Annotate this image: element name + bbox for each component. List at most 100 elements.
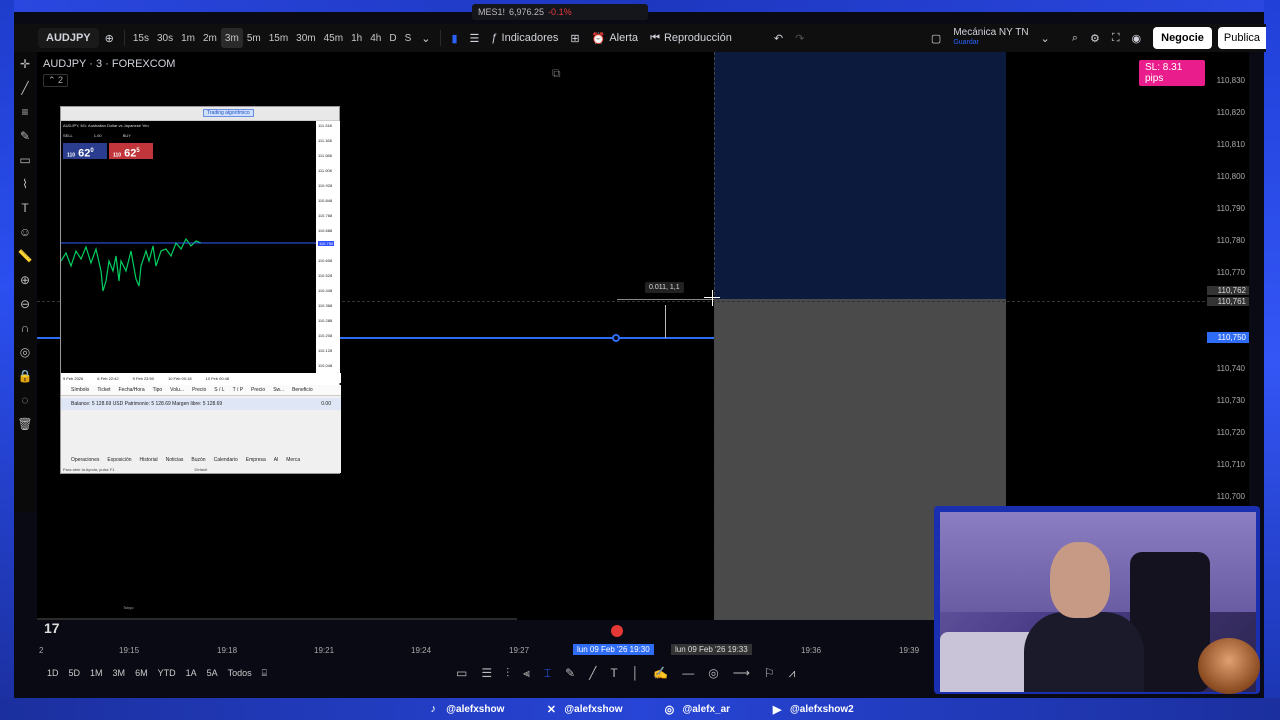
mt5-column-header[interactable]: Ticket [97,387,110,393]
candle-style-icon[interactable]: ▮ [445,24,463,52]
timeframe-1m[interactable]: 1m [177,28,199,48]
mt5-column-header[interactable]: T / P [233,387,243,393]
zoom-in-icon[interactable]: ⊕ [14,268,36,292]
time-axis[interactable]: 2 19:15 19:18 19:21 19:24 19:27 lun 09 F… [37,640,937,660]
mt5-tab[interactable]: Historial [140,457,158,463]
mt5-column-header[interactable]: Fecha/Hora [119,387,145,393]
rectangle-tool-icon[interactable]: ▭ [456,666,467,681]
indicators-button[interactable]: ƒ Indicadores [485,24,564,52]
mt5-tab[interactable]: Operaciones [71,457,99,463]
range-3m[interactable]: 3M [113,668,126,678]
mt5-column-header[interactable]: S / L [214,387,224,393]
brush-tool-icon[interactable]: ✍ [653,666,668,681]
fib-tool-icon[interactable]: ≡ [14,100,36,124]
pitchfork-tool-icon[interactable]: ⫷ [523,666,530,681]
trade-button[interactable]: Negocie [1153,27,1212,49]
camera-icon[interactable]: ◉ [1126,24,1148,52]
mt5-tab[interactable]: Al [274,457,278,463]
mt5-column-header[interactable]: Sw... [273,387,284,393]
timeframe-1h[interactable]: 1h [347,28,366,48]
timeframe-30s[interactable]: 30s [153,28,177,48]
symbol-search[interactable]: AUDJPY [38,28,99,48]
mt5-column-header[interactable]: Tipo [153,387,163,393]
mt5-tab[interactable]: Calendario [214,457,238,463]
publish-button[interactable]: Publica [1217,27,1266,49]
timeframe-4h[interactable]: 4h [366,28,385,48]
trash-icon[interactable]: 🗑 [14,412,36,436]
replay-progress-bar[interactable] [37,618,517,620]
circle-tool-icon[interactable]: ◎ [708,666,718,681]
chevron-down-icon[interactable]: ⌄ [1035,24,1056,52]
redo-icon[interactable]: ↷ [789,24,810,52]
range-1d[interactable]: 1D [47,668,59,678]
timeframe-45m[interactable]: 45m [320,28,347,48]
range-5d[interactable]: 5D [69,668,81,678]
replay-button[interactable]: ⏮ Reproducción [644,24,738,52]
timeframe-D[interactable]: D [385,28,400,48]
mt5-tab[interactable]: Exposición [107,457,131,463]
timeframe-3m[interactable]: 3m [220,28,243,48]
mt5-column-header[interactable]: Volu... [170,387,184,393]
search-icon[interactable]: ⌕ [1066,24,1084,52]
object-tree-icon[interactable]: ⧉ [552,66,561,81]
replay-marker-icon[interactable] [611,625,623,637]
tab-ticker[interactable]: MES1! 6,976.25 -0.1% [472,4,648,20]
layout-name-button[interactable]: Mecánica NY TN Guardar [947,24,1034,52]
lock-icon[interactable]: 🔒 [14,364,36,388]
timeframe-15m[interactable]: 15m [265,28,292,48]
channel-tool-icon[interactable]: ⫶ [506,666,509,681]
range-ytd[interactable]: YTD [158,668,176,678]
fullscreen-icon[interactable]: ⛶ [1106,24,1126,52]
path-tool-icon[interactable]: ⩘ [789,666,796,681]
range-6m[interactable]: 6M [135,668,148,678]
chevron-down-icon[interactable]: ⌄ [415,24,436,52]
eye-icon[interactable]: ◎ [14,340,36,364]
ray-tool-icon[interactable]: ⟶ [733,666,750,681]
timeframe-5m[interactable]: 5m [243,28,265,48]
timeframe-S[interactable]: S [401,28,416,48]
indicator-count-badge[interactable]: ⌃ 2 [43,74,69,87]
undo-icon[interactable]: ↶ [768,24,789,52]
mt5-tab[interactable]: Noticias [166,457,184,463]
mt5-algo-trading-button[interactable]: Trading algorítmico [203,109,254,117]
lines-tool-icon[interactable]: ☰ [481,666,492,681]
pen-tool-icon[interactable]: ✎ [565,666,575,681]
templates-icon[interactable]: ⊞ [564,24,585,52]
brush-tool-icon[interactable]: ✎ [14,124,36,148]
trend-line-tool-icon[interactable]: ╱ [14,76,36,100]
position-target-zone[interactable] [714,52,1006,299]
mt5-column-header[interactable]: Símbolo [71,387,89,393]
smiley-tool-icon[interactable]: ☺ [14,220,36,244]
range-todos[interactable]: Todos [228,668,252,678]
pattern-tool-icon[interactable]: ⌇ [14,172,36,196]
mt5-tab[interactable]: Buzón [191,457,205,463]
calendar-icon[interactable]: ⌸ [262,668,267,679]
mt5-column-header[interactable]: Precio [192,387,206,393]
compare-icon[interactable]: ⊕ [99,24,120,52]
timeframe-30m[interactable]: 30m [292,28,319,48]
zoom-out-icon[interactable]: ⊖ [14,292,36,316]
text-cursor-tool-icon[interactable]: ⌶ [544,666,551,681]
timeframe-15s[interactable]: 15s [129,28,153,48]
mt5-column-header[interactable]: Precio [251,387,265,393]
line-tool-icon[interactable]: ╱ [589,666,596,681]
chart-symbol-title[interactable]: AUDJPY · 3 · FOREXCOM [43,58,175,70]
vertical-line-tool-icon[interactable]: │ [632,666,640,681]
crosshair-tool-icon[interactable]: ✛ [14,52,36,76]
text-tool-icon[interactable]: T [610,666,617,681]
range-1m[interactable]: 1M [90,668,103,678]
mt5-chart[interactable]: AUDJPY, M1: Australian Dollar vs Japanes… [61,121,316,610]
layout-icon[interactable]: ▢ [925,24,947,52]
horizontal-line-tool-icon[interactable]: — [682,666,694,681]
range-5a[interactable]: 5A [207,668,218,678]
mt5-tab[interactable]: Merca [286,457,300,463]
mt5-window[interactable]: Trading algorítmico AUDJPY, M1: Australi… [60,106,341,610]
timeframe-2m[interactable]: 2m [199,28,221,48]
mt5-column-header[interactable]: Beneficio [292,387,313,393]
range-1a[interactable]: 1A [186,668,197,678]
position-tool-icon[interactable]: ▭ [14,148,36,172]
magnet-icon[interactable]: ∩ [14,316,36,340]
flag-tool-icon[interactable]: ⚐ [764,666,775,681]
ruler-tool-icon[interactable]: 📏 [14,244,36,268]
text-tool-icon[interactable]: T [14,196,36,220]
